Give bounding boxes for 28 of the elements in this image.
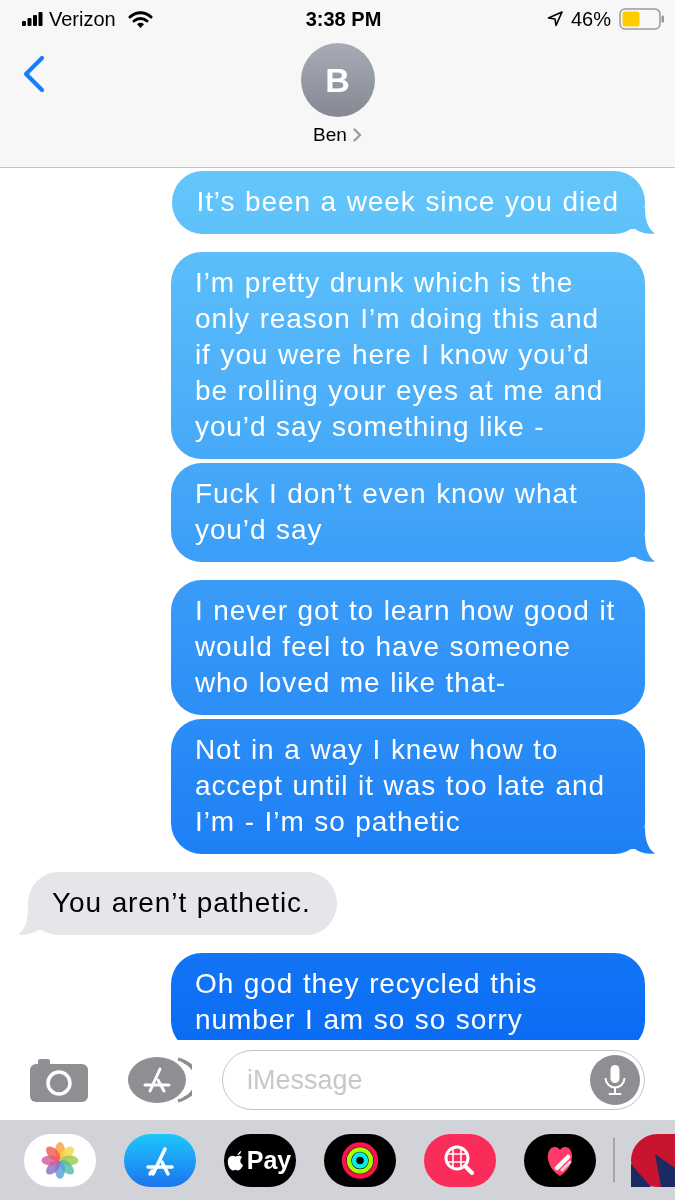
- signal-icon: [22, 12, 43, 26]
- received-message: You aren’t pathetic.: [28, 872, 337, 935]
- apps-icon[interactable]: [128, 1056, 192, 1104]
- contact-name-button[interactable]: Ben: [313, 124, 362, 146]
- flower-icon[interactable]: [24, 1133, 96, 1187]
- globe-search-icon[interactable]: [424, 1133, 496, 1187]
- camera-icon[interactable]: [30, 1058, 88, 1102]
- location-arrow-icon: [546, 11, 563, 27]
- apple-icon: [226, 1149, 244, 1171]
- app-icon[interactable]: [630, 1133, 675, 1187]
- back-icon[interactable]: [21, 55, 47, 93]
- wifi-icon: [127, 10, 153, 28]
- pay-button[interactable]: Pay: [224, 1133, 296, 1187]
- sent-message: I never got to learn how good it would feel to have someone who loved me like that-: [171, 580, 645, 715]
- sent-message: Oh god they recycled this number I am so so sorry: [171, 953, 645, 1040]
- sent-message: It’s been a week since you died: [172, 171, 645, 234]
- clock-time: 3:38 PM: [305, 7, 382, 31]
- chevron-icon: [352, 128, 362, 142]
- carrier-name: Verizon: [49, 7, 116, 31]
- rings-icon[interactable]: [324, 1133, 396, 1187]
- sent-message: I’m pretty drunk which is the only reason I’m doing this and if you were here I know you’d be rolling your eyes at me and you’d say something like -: [171, 252, 645, 459]
- sent-message: Not in a way I knew how to accept until it was too late and I’m - I’m so pathetic: [171, 719, 645, 854]
- microphone-icon[interactable]: [590, 1055, 640, 1105]
- sent-message: Fuck I don’t even know what you’d say: [171, 463, 645, 562]
- battery-percent: 46%: [570, 7, 611, 31]
- battery-icon: [619, 8, 665, 30]
- apps-icon[interactable]: [124, 1133, 196, 1187]
- message-field[interactable]: iMessage: [222, 1050, 645, 1110]
